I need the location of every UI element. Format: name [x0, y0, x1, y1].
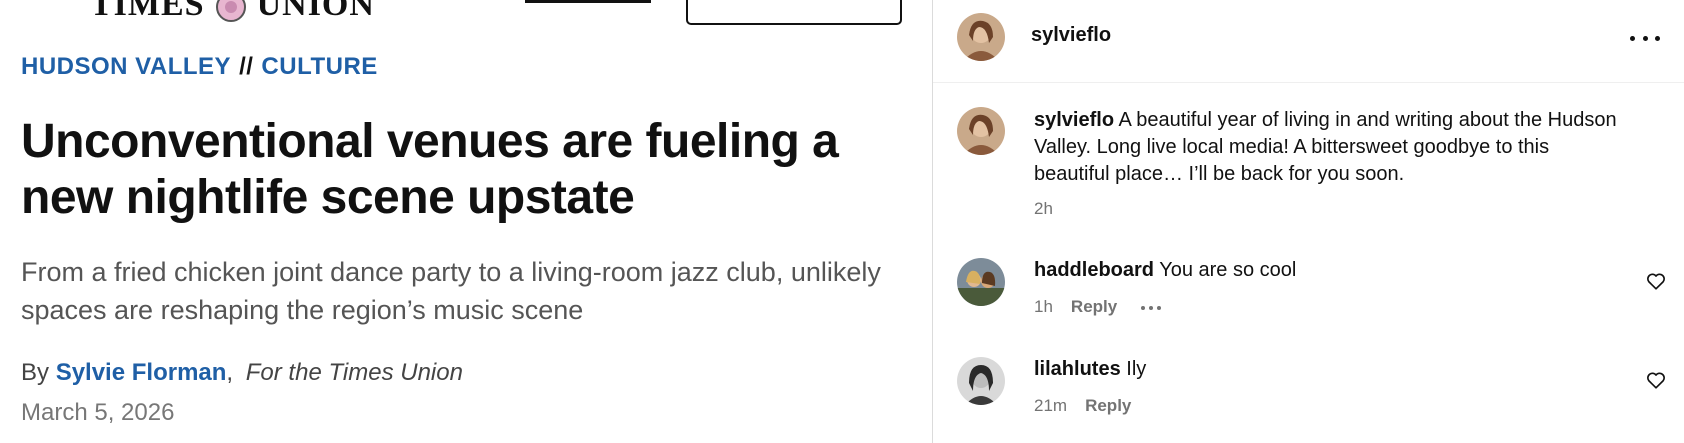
- kicker-link-culture[interactable]: CULTURE: [261, 53, 377, 80]
- comment-meta: 21m Reply: [1034, 396, 1131, 416]
- post-author-avatar[interactable]: [957, 13, 1005, 61]
- author-link[interactable]: Sylvie Florman: [56, 359, 227, 386]
- byline: By Sylvie Florman, For the Times Union: [21, 359, 463, 387]
- masthead-emblem-icon: [209, 0, 253, 24]
- article-headline: Unconventional venues are fueling a new …: [21, 115, 839, 224]
- like-heart-icon[interactable]: [1645, 270, 1667, 292]
- more-horizontal-icon[interactable]: [1630, 24, 1660, 52]
- nav-link-underline[interactable]: [525, 0, 651, 3]
- comment-avatar[interactable]: [957, 357, 1005, 405]
- comment-meta: 1h Reply: [1034, 297, 1162, 317]
- article-dek: From a fried chicken joint dance party t…: [21, 257, 881, 325]
- caption-text: sylvieflo A beautiful year of living in …: [1034, 107, 1624, 188]
- masthead-left-text: TIMES: [90, 0, 205, 23]
- instagram-comments-pane: sylvieflo sylvieflo A beautiful year of …: [932, 0, 1684, 443]
- caption-body: A beautiful year of living in and writin…: [1034, 109, 1617, 185]
- caption-username[interactable]: sylvieflo: [1034, 109, 1114, 131]
- comment-time[interactable]: 1h: [1034, 297, 1053, 316]
- masthead-logo[interactable]: TIMES UNION: [90, 0, 375, 24]
- comment-more-icon[interactable]: [1141, 305, 1162, 310]
- reply-button[interactable]: Reply: [1085, 396, 1131, 415]
- post-author-username[interactable]: sylvieflo: [1031, 24, 1111, 47]
- article-pane: TIMES UNION HUDSON VALLEY // CULTURE Unconv…: [0, 0, 932, 443]
- comment-avatar[interactable]: [957, 258, 1005, 306]
- comment-text: lilahlutes Ily: [1034, 356, 1624, 383]
- kicker-link-hudson-valley[interactable]: HUDSON VALLEY: [21, 53, 231, 80]
- caption-meta: 2h: [1034, 199, 1053, 219]
- kicker-separator: //: [239, 53, 254, 80]
- reply-button[interactable]: Reply: [1071, 297, 1117, 316]
- byline-affiliation: For the Times Union: [245, 359, 463, 386]
- section-kicker: HUDSON VALLEY // CULTURE: [21, 53, 378, 81]
- comment-body: You are so cool: [1159, 259, 1297, 281]
- nav-button[interactable]: [686, 0, 902, 25]
- publish-date: March 5, 2026: [21, 399, 175, 426]
- header-divider: [933, 82, 1684, 83]
- comment-username[interactable]: haddleboard: [1034, 259, 1154, 281]
- comment-username[interactable]: lilahlutes: [1034, 358, 1121, 380]
- comment-time[interactable]: 21m: [1034, 396, 1067, 415]
- caption-avatar[interactable]: [957, 107, 1005, 155]
- like-heart-icon[interactable]: [1645, 369, 1667, 391]
- comment-body: Ily: [1126, 358, 1147, 380]
- byline-comma: ,: [226, 359, 234, 386]
- masthead-right-text: UNION: [256, 0, 375, 23]
- caption-time[interactable]: 2h: [1034, 199, 1053, 218]
- byline-prefix: By: [21, 359, 50, 386]
- comment-text: haddleboard You are so cool: [1034, 257, 1624, 284]
